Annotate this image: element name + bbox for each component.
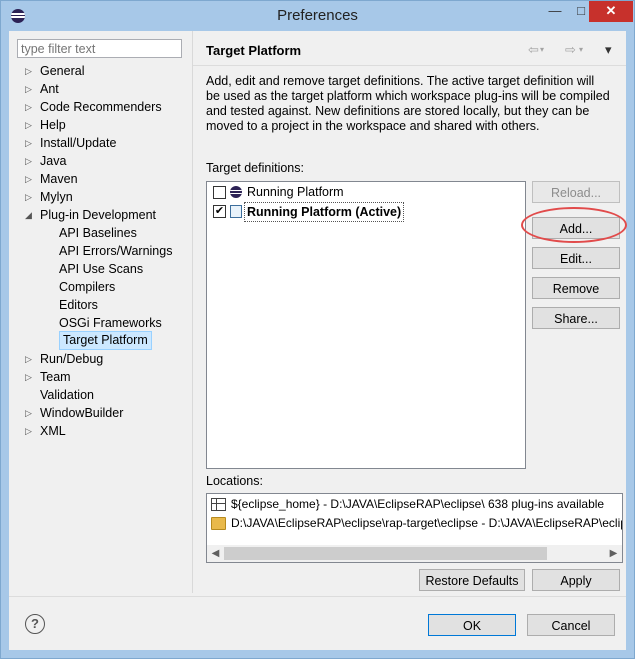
tree-item-label: Target Platform: [59, 331, 152, 350]
add-button[interactable]: Add...: [532, 217, 620, 239]
tree-item-label: Run/Debug: [40, 352, 104, 366]
tree-item-label: XML: [40, 424, 66, 438]
reload-button[interactable]: Reload...: [532, 181, 620, 203]
tree-item-label: General: [40, 64, 85, 78]
eclipse-icon: [230, 186, 242, 198]
locations-list[interactable]: ${eclipse_home} - D:\JAVA\EclipseRAP\ecl…: [206, 493, 623, 563]
expand-arrow-icon[interactable]: ▷: [25, 350, 32, 368]
cancel-button[interactable]: Cancel: [527, 614, 615, 636]
expand-arrow-icon[interactable]: ▷: [25, 152, 32, 170]
expand-arrow-icon[interactable]: ▷: [25, 422, 32, 440]
tree-item-label: API Baselines: [59, 226, 137, 240]
tree-item-label: OSGi Frameworks: [59, 316, 162, 330]
expand-arrow-icon[interactable]: ▷: [25, 116, 32, 134]
target-definitions-list[interactable]: Running Platform ✔ Running Platform (Act…: [206, 181, 526, 469]
tree-item-label: API Use Scans: [59, 262, 144, 276]
tree-item-label: Ant: [40, 82, 59, 96]
back-arrow-icon[interactable]: ⇦: [528, 42, 539, 58]
collapse-arrow-icon[interactable]: ◢: [25, 206, 32, 224]
apply-button[interactable]: Apply: [532, 569, 620, 591]
header-separator: [193, 65, 626, 66]
expand-arrow-icon[interactable]: ▷: [25, 134, 32, 152]
filter-field[interactable]: [17, 39, 182, 58]
location-row[interactable]: ${eclipse_home} - D:\JAVA\EclipseRAP\ecl…: [211, 495, 605, 513]
tree-item-label: Editors: [59, 298, 98, 312]
scroll-thumb[interactable]: [224, 547, 547, 560]
target-name: Running Platform (Active): [244, 202, 405, 222]
restore-defaults-button[interactable]: Restore Defaults: [419, 569, 525, 591]
tree-item-label: Mylyn: [40, 190, 73, 204]
locations-label: Locations:: [206, 474, 263, 488]
target-name: Running Platform: [247, 185, 344, 199]
expand-arrow-icon[interactable]: ▷: [25, 188, 32, 206]
edit-button[interactable]: Edit...: [532, 247, 620, 269]
tree-item-label: Help: [40, 118, 66, 132]
horizontal-scrollbar[interactable]: ◀ ▶: [207, 545, 622, 562]
tree-item-label: Compilers: [59, 280, 116, 294]
help-icon[interactable]: ?: [25, 614, 45, 634]
share-button[interactable]: Share...: [532, 307, 620, 329]
expand-arrow-icon[interactable]: ▷: [25, 62, 32, 80]
expand-arrow-icon[interactable]: ▷: [25, 404, 32, 422]
remove-button[interactable]: Remove: [532, 277, 620, 299]
minimize-button[interactable]: —: [541, 1, 569, 22]
checkbox-checked[interactable]: ✔: [213, 205, 226, 218]
title-bar[interactable]: Preferences — □ ✕: [1, 1, 634, 31]
sash-divider[interactable]: [192, 31, 193, 593]
expand-arrow-icon[interactable]: ▷: [25, 170, 32, 188]
checkbox[interactable]: [213, 186, 226, 199]
filter-input[interactable]: [18, 40, 182, 57]
tree-item-label: WindowBuilder: [40, 406, 124, 420]
tree-item-label: Maven: [40, 172, 78, 186]
footer-separator: [9, 596, 626, 597]
forward-dropdown-icon[interactable]: ▾: [579, 45, 583, 54]
dialog-client-area: ▷ General ▷ Ant ▷ Code Recommenders ▷ Help ▷ Inst…: [9, 31, 627, 650]
forward-arrow-icon[interactable]: ⇨: [565, 42, 576, 58]
tree-item-label: Install/Update: [40, 136, 117, 150]
folder-icon: [211, 517, 226, 530]
view-menu-icon[interactable]: ▾: [605, 42, 612, 58]
scroll-right-icon[interactable]: ▶: [605, 545, 622, 562]
expand-arrow-icon[interactable]: ▷: [25, 368, 32, 386]
target-definitions-label: Target definitions:: [206, 161, 304, 175]
tree-item-label: Code Recommenders: [40, 100, 162, 114]
tree-item-label: API Errors/Warnings: [59, 244, 173, 258]
page-title: Target Platform: [206, 43, 302, 58]
tree-item-label: Team: [40, 370, 71, 384]
location-text: D:\JAVA\EclipseRAP\eclipse\rap-target\ec…: [231, 516, 622, 530]
ok-button[interactable]: OK: [428, 614, 516, 636]
location-row[interactable]: D:\JAVA\EclipseRAP\eclipse\rap-target\ec…: [211, 514, 622, 532]
tree-item-label: Java: [40, 154, 67, 168]
close-button[interactable]: ✕: [589, 1, 633, 22]
location-text: ${eclipse_home} - D:\JAVA\EclipseRAP\ecl…: [231, 497, 605, 511]
target-definition-icon: [230, 205, 242, 218]
tree-item-label: Plug-in Development: [40, 208, 157, 222]
expand-arrow-icon[interactable]: ▷: [25, 80, 32, 98]
tree-item-label: Validation: [40, 388, 94, 402]
window-title: Preferences: [277, 7, 358, 24]
preferences-window: Preferences — □ ✕ ▷ General ▷ Ant ▷ Code Reco…: [0, 0, 635, 659]
scroll-left-icon[interactable]: ◀: [207, 545, 224, 562]
installation-icon: [211, 498, 226, 511]
back-dropdown-icon[interactable]: ▾: [540, 45, 544, 54]
page-description: Add, edit and remove target definitions.…: [206, 74, 610, 133]
expand-arrow-icon[interactable]: ▷: [25, 98, 32, 116]
